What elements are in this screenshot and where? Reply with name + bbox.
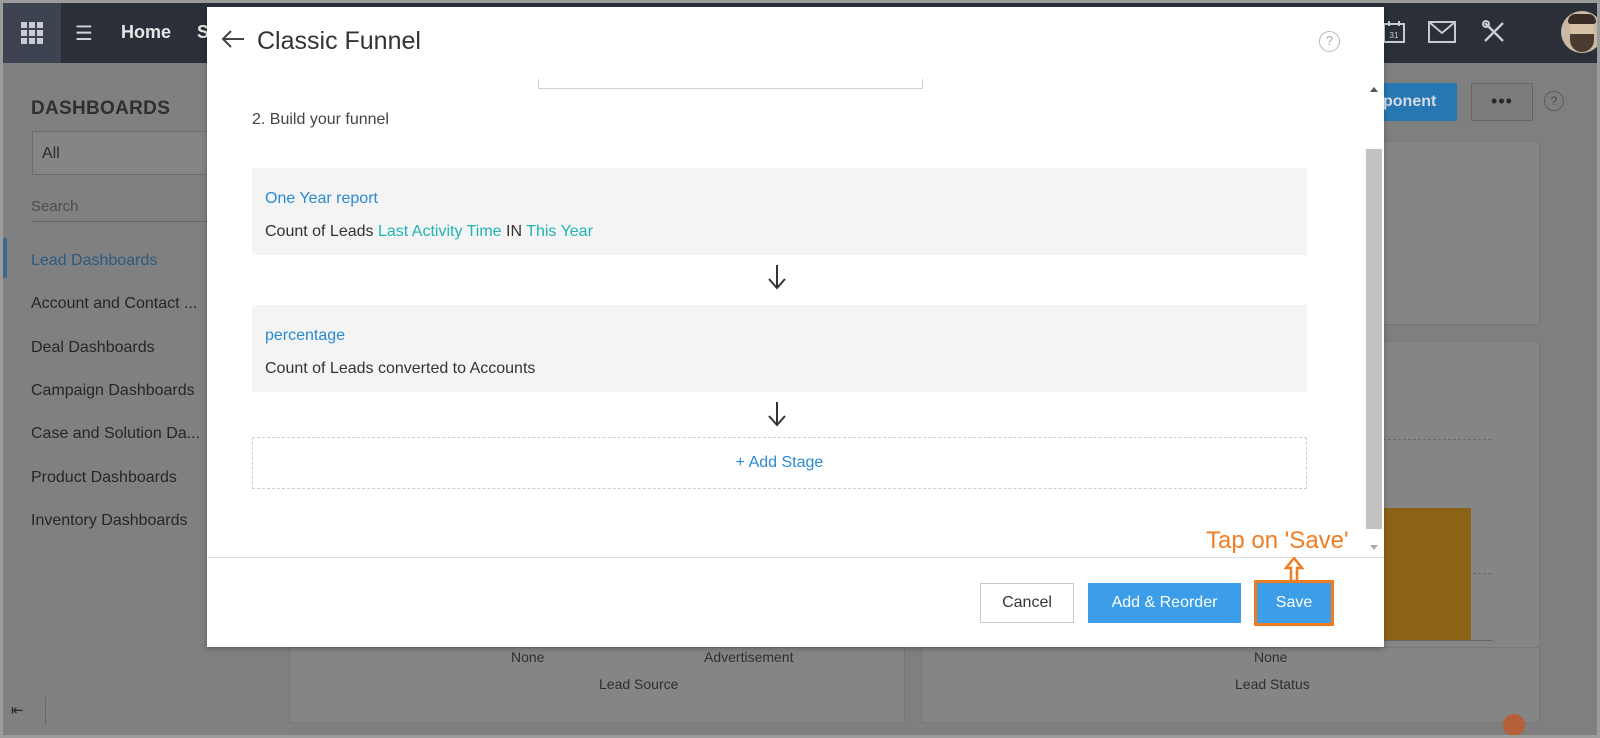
chart-gridline xyxy=(1383,439,1491,440)
notification-badge[interactable] xyxy=(1503,714,1525,735)
add-component-button[interactable]: ponent xyxy=(1381,83,1457,121)
calendar-day: 31 xyxy=(1390,31,1399,40)
stage-criteria: Count of Leads Last Activity Time IN Thi… xyxy=(265,223,593,241)
help-icon[interactable]: ? xyxy=(1319,31,1340,52)
grid-icon xyxy=(21,22,43,44)
footer-divider xyxy=(207,557,1384,558)
mail-icon[interactable] xyxy=(1427,17,1457,47)
nav-tab-home[interactable]: Home xyxy=(121,22,171,43)
save-button[interactable]: Save xyxy=(1257,583,1331,623)
sidebar-item-case-solution[interactable]: Case and Solution Da... xyxy=(31,425,200,443)
dashboard-card xyxy=(921,647,1540,723)
arrow-down-icon xyxy=(768,402,786,427)
criteria-operator: IN xyxy=(506,223,523,240)
chart-x-tick: None xyxy=(511,649,545,665)
annotation-arrow-up-icon xyxy=(1283,557,1305,583)
criteria-field: Last Activity Time xyxy=(377,223,502,240)
sidebar-item-product-dashboards[interactable]: Product Dashboards xyxy=(31,469,177,487)
funnel-stage-card[interactable]: percentage Count of Leads converted to A… xyxy=(252,305,1307,392)
sidebar-item-account-contact[interactable]: Account and Contact ... xyxy=(31,295,197,313)
tutorial-annotation: Tap on 'Save' xyxy=(1206,527,1349,554)
more-options-button[interactable]: ••• xyxy=(1471,83,1533,121)
back-arrow-icon[interactable] xyxy=(221,27,245,51)
criteria-prefix: Count of Leads xyxy=(265,223,374,240)
stage-name-link[interactable]: percentage xyxy=(265,327,345,345)
arrow-down-icon xyxy=(768,265,786,290)
dashboard-card xyxy=(289,647,905,723)
user-avatar[interactable] xyxy=(1561,11,1597,53)
dashboard-filter-select[interactable]: All xyxy=(32,131,232,175)
sidebar-item-campaign-dashboards[interactable]: Campaign Dashboards xyxy=(31,382,195,400)
dashboard-card xyxy=(1383,141,1540,325)
criteria-prefix: Count of Leads converted to Accounts xyxy=(265,360,536,377)
divider xyxy=(45,697,46,725)
page-help-icon[interactable]: ? xyxy=(1544,91,1564,111)
sidebar-item-deal-dashboards[interactable]: Deal Dashboards xyxy=(31,339,155,357)
sidebar-item-inventory-dashboards[interactable]: Inventory Dashboards xyxy=(31,512,188,530)
stage-name-link[interactable]: One Year report xyxy=(265,190,378,208)
funnel-stage-card[interactable]: One Year report Count of Leads Last Acti… xyxy=(252,168,1307,255)
active-item-indicator xyxy=(3,238,7,278)
sidebar-search-input[interactable]: Search xyxy=(31,198,79,215)
criteria-value: This Year xyxy=(526,223,593,240)
scroll-down-arrow-icon[interactable] xyxy=(1370,545,1378,550)
chart-x-title: Lead Source xyxy=(599,676,679,692)
scroll-up-arrow-icon[interactable] xyxy=(1370,87,1378,92)
chart-x-tick: None xyxy=(1254,649,1288,665)
dialog-title: Classic Funnel xyxy=(257,27,421,55)
scrollbar-thumb[interactable] xyxy=(1366,149,1382,529)
chart-axis xyxy=(1383,640,1493,641)
tools-icon[interactable] xyxy=(1479,17,1509,47)
chart-x-title: Lead Status xyxy=(1235,676,1310,692)
chart-x-tick: Advertisement xyxy=(704,649,794,665)
chart-bar xyxy=(1383,508,1471,640)
funnel-field-input[interactable] xyxy=(538,79,923,89)
add-stage-button[interactable]: + Add Stage xyxy=(252,437,1307,489)
sidebar-heading: DASHBOARDS xyxy=(31,98,171,119)
stage-criteria: Count of Leads converted to Accounts xyxy=(265,360,535,378)
dialog-body: 2. Build your funnel One Year report Cou… xyxy=(207,79,1384,555)
sidebar-item-lead-dashboards[interactable]: Lead Dashboards xyxy=(31,252,157,270)
cancel-button[interactable]: Cancel xyxy=(980,583,1074,623)
app-window: ☰ Home S 31 DASHBOARDS All Search Lead D… xyxy=(0,0,1600,738)
scrollbar[interactable] xyxy=(1365,81,1383,557)
search-underline xyxy=(31,221,231,222)
section-label: 2. Build your funnel xyxy=(252,111,389,128)
hamburger-menu-icon[interactable]: ☰ xyxy=(75,21,93,46)
collapse-sidebar-icon[interactable]: ⇤ xyxy=(11,701,24,719)
app-launcher[interactable] xyxy=(3,3,61,63)
add-reorder-button[interactable]: Add & Reorder xyxy=(1088,583,1241,623)
